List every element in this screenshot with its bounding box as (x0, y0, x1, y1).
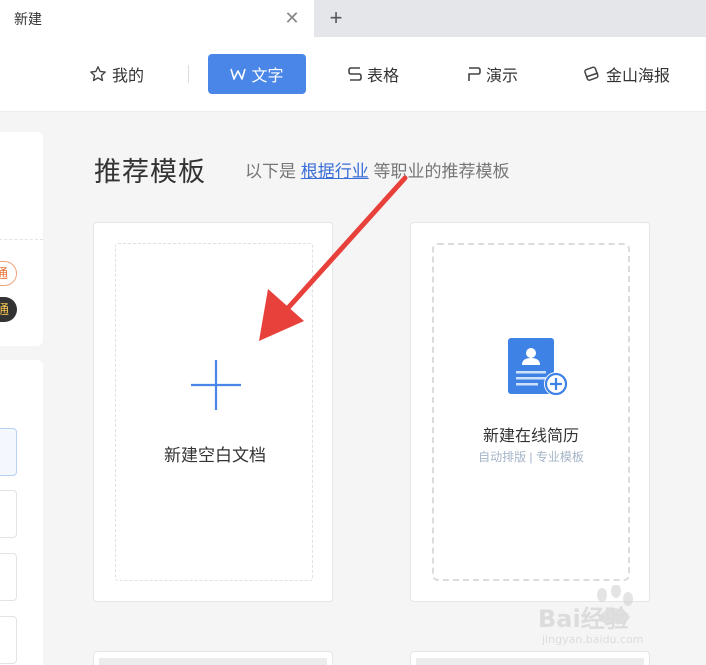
nav-text-tab[interactable]: 文字 (208, 54, 306, 94)
nav-sheet-label: 表格 (367, 68, 400, 85)
tab-strip: 新建 ✕ + (0, 0, 706, 37)
sidebar-card-top: 通 通 (0, 132, 43, 346)
desc-prefix: 以下是 (245, 162, 296, 181)
sidebar-divider (0, 239, 43, 240)
resume-dashed-area: 新建在线简历 自动排版 | 专业模板 (432, 243, 630, 581)
template-thumbnail (416, 658, 644, 665)
baidu-watermark: Bai经验 jingyan.baidu.com (538, 585, 698, 655)
tab-new[interactable]: 新建 ✕ (0, 0, 314, 37)
desc-suffix: 等职业的推荐模板 (373, 162, 510, 181)
w-icon (230, 67, 247, 81)
sidebar-pill-dark[interactable]: 通 (0, 297, 17, 322)
nav-mine[interactable]: 我的 (89, 54, 144, 94)
nav-divider (188, 65, 189, 83)
close-icon[interactable]: ✕ (284, 9, 300, 27)
section-title: 推荐模板 (94, 157, 206, 187)
sidebar-option[interactable] (0, 616, 17, 664)
nav-sheet-tab[interactable]: 表格 (348, 54, 399, 94)
watermark-brand: Bai经验 (538, 605, 629, 633)
sidebar-option[interactable] (0, 490, 17, 538)
add-tab-icon[interactable]: + (324, 6, 348, 30)
p-icon (467, 66, 481, 82)
star-icon (89, 65, 107, 83)
sidebar-option[interactable] (0, 428, 17, 476)
resume-subtitle: 自动排版 | 专业模板 (478, 450, 584, 464)
section-description: 以下是 根据行业 等职业的推荐模板 (245, 157, 509, 182)
nav-present-tab[interactable]: 演示 (467, 54, 518, 94)
blank-dashed-area: 新建空白文档 (115, 243, 313, 581)
poster-icon (583, 65, 601, 83)
nav-poster-label: 金山海报 (606, 68, 671, 85)
new-online-resume-card[interactable]: 新建在线简历 自动排版 | 专业模板 (410, 222, 650, 602)
sidebar-pill-outline[interactable]: 通 (0, 261, 17, 286)
nav-poster-tab[interactable]: 金山海报 (583, 54, 670, 94)
tab-label: 新建 (14, 10, 42, 27)
s-icon (348, 66, 362, 82)
sidebar-card-bottom (0, 360, 43, 665)
resume-label: 新建在线简历 (482, 428, 579, 445)
new-blank-document-card[interactable]: 新建空白文档 (93, 222, 333, 602)
template-card[interactable] (93, 651, 333, 665)
blank-document-label: 新建空白文档 (164, 446, 266, 465)
nav-mine-label: 我的 (112, 68, 145, 85)
template-thumbnail (99, 658, 327, 665)
nav-text-label: 文字 (251, 68, 284, 85)
header-nav: 我的 文字 表格 演示 金山海报 (0, 37, 706, 112)
watermark-url: jingyan.baidu.com (542, 633, 644, 646)
resume-add-icon (508, 338, 568, 396)
sidebar-option[interactable] (0, 553, 17, 601)
plus-icon (191, 360, 241, 410)
industry-link[interactable]: 根据行业 (301, 162, 369, 181)
nav-present-label: 演示 (486, 68, 519, 85)
